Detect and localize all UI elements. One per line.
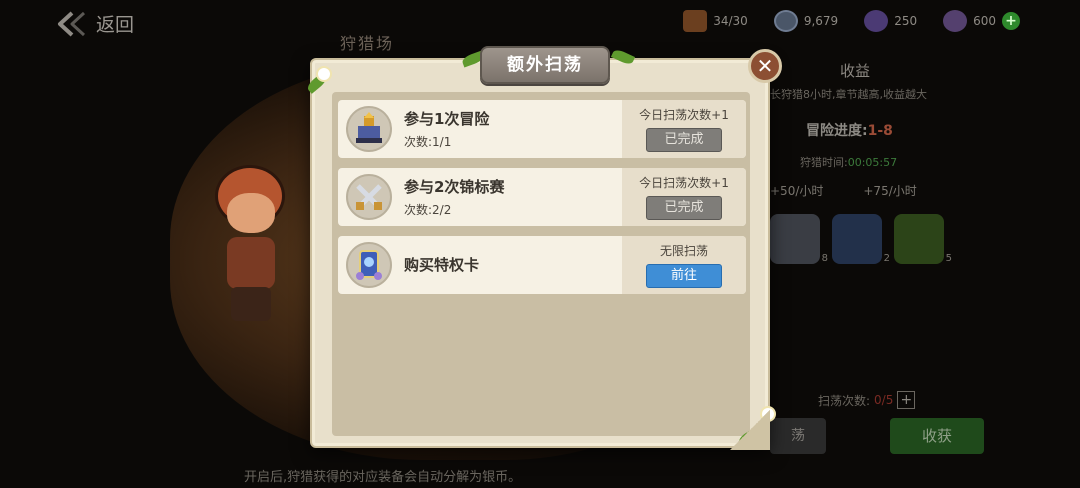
task-name: 购买特权卡	[404, 256, 480, 274]
resource-wood[interactable]: 34/30	[683, 10, 748, 32]
completed-button[interactable]: 已完成	[646, 128, 722, 152]
back-button[interactable]: 返回	[56, 10, 134, 37]
task-count: 次数:1/1	[404, 135, 452, 149]
resource-gem[interactable]: 250	[864, 10, 917, 32]
completed-button[interactable]: 已完成	[646, 196, 722, 220]
income-description: 长狩猎8小时,章节越高,收益越大	[770, 88, 927, 101]
task-name: 参与2次锦标赛	[404, 178, 505, 196]
task-row: 购买特权卡 无限扫荡 前往	[338, 236, 746, 294]
adventure-progress: 冒险进度:1-8	[806, 123, 893, 139]
reward-item[interactable]: 2	[832, 214, 890, 264]
flower-decoration	[760, 406, 776, 422]
task-reward: 无限扫荡	[659, 244, 708, 258]
sweep-count: 扫荡次数: 0/5 +	[818, 391, 916, 409]
add-sweep-button[interactable]: +	[897, 391, 916, 409]
top-bar: 返回 34/30 9,679 250 600 +	[0, 0, 1080, 44]
silver-coin-icon	[773, 10, 798, 32]
rate-2: +75/小时	[863, 184, 917, 198]
wood-icon	[683, 10, 708, 32]
crossed-swords-icon	[346, 174, 392, 220]
privilege-card-icon	[346, 242, 392, 288]
amethyst-icon	[943, 10, 968, 32]
task-count: 次数:2/2	[404, 203, 452, 217]
resource-silver[interactable]: 9,679	[773, 10, 838, 32]
extra-sweep-modal: 额外扫荡 ✕ 参与1次冒险 次数:1/1 今日扫荡次数+1 已完成 参与2次锦标…	[305, 46, 782, 450]
close-icon: ✕	[756, 54, 774, 78]
leaf-decoration	[736, 427, 762, 447]
back-arrow-icon	[58, 11, 86, 36]
rate-1: +50/小时	[770, 184, 824, 198]
purple-gem-icon	[864, 10, 889, 32]
sweep-button[interactable]: 荡	[770, 418, 826, 454]
add-currency-button[interactable]: +	[1002, 12, 1020, 30]
hero-character	[205, 165, 295, 325]
flower-decoration	[316, 66, 332, 82]
reward-item[interactable]: 5	[894, 214, 952, 264]
income-title: 收益	[840, 62, 871, 80]
income-rates: +50/小时 +75/小时	[770, 182, 917, 199]
go-button[interactable]: 前往	[646, 264, 722, 288]
resource-amethyst[interactable]: 600 +	[943, 10, 1020, 32]
collect-button[interactable]: 收获	[890, 418, 984, 454]
back-label: 返回	[96, 14, 135, 36]
task-list: 参与1次冒险 次数:1/1 今日扫荡次数+1 已完成 参与2次锦标赛 次数:2/…	[338, 100, 746, 304]
hunt-time: 狩猎时间:00:05:57	[800, 156, 898, 169]
resource-bar: 34/30 9,679 250 600 +	[683, 10, 1020, 32]
task-name: 参与1次冒险	[404, 110, 490, 128]
task-reward: 今日扫荡次数+1	[639, 108, 729, 122]
task-row: 参与2次锦标赛 次数:2/2 今日扫荡次数+1 已完成	[338, 168, 746, 226]
task-row: 参与1次冒险 次数:1/1 今日扫荡次数+1 已完成	[338, 100, 746, 158]
close-button[interactable]: ✕	[748, 49, 782, 83]
modal-title: 额外扫荡	[480, 46, 610, 84]
footer-note: 开启后,狩猎获得的对应装备会自动分解为银币。	[244, 470, 522, 485]
tower-icon	[346, 106, 392, 152]
task-reward: 今日扫荡次数+1	[639, 176, 729, 190]
reward-item[interactable]: 8	[770, 214, 828, 264]
reward-items: 8 2 5	[770, 214, 952, 264]
